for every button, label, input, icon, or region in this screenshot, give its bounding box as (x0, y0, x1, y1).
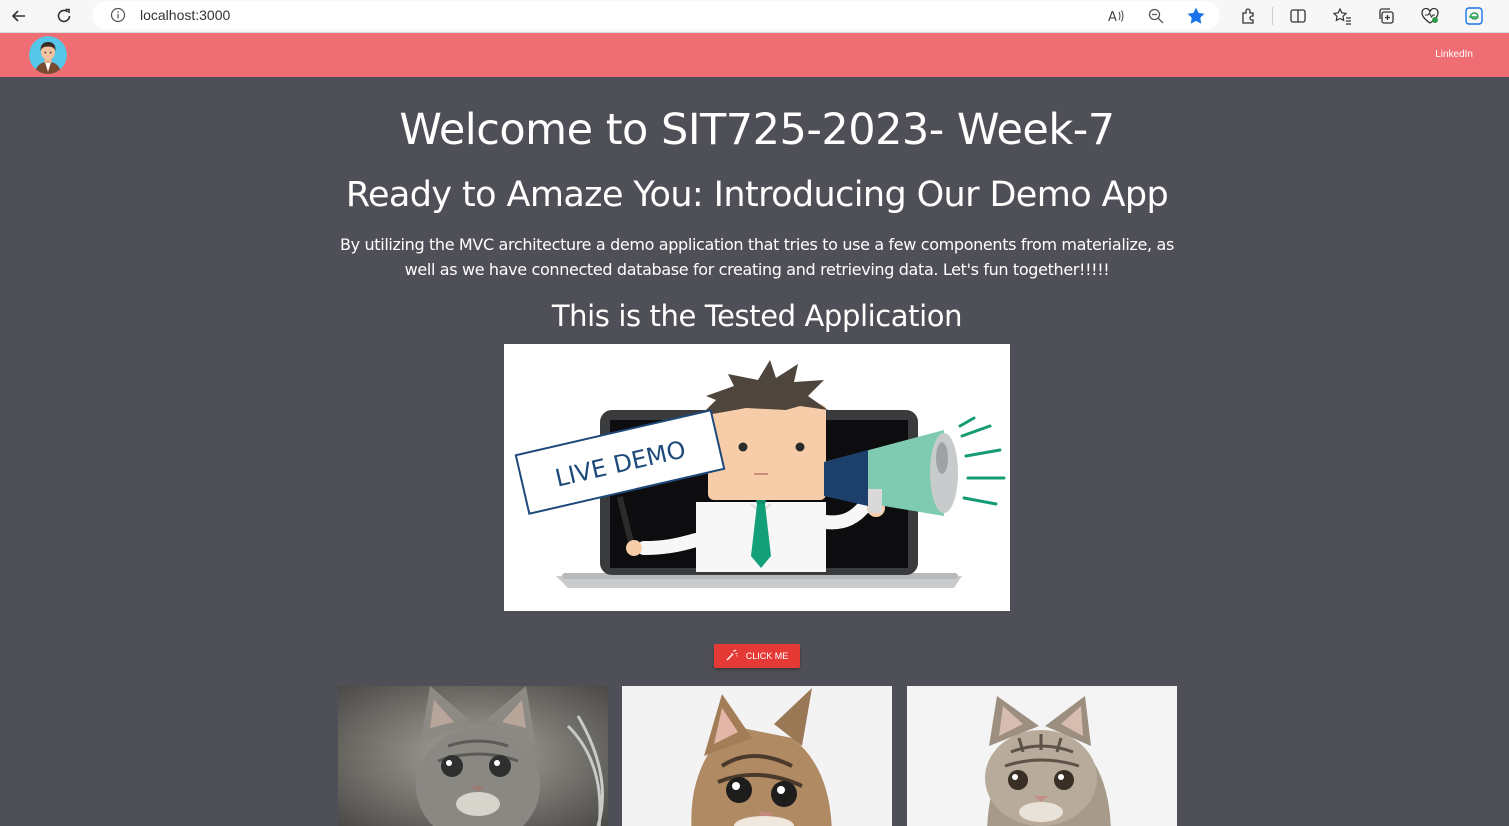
back-icon[interactable] (7, 4, 31, 28)
page-description: By utilizing the MVC architecture a demo… (340, 235, 1174, 279)
favorite-star-icon[interactable] (1186, 6, 1206, 26)
extensions-icon[interactable] (1237, 4, 1261, 28)
kitten-card-1[interactable] (338, 686, 608, 826)
read-aloud-icon[interactable]: A (1106, 6, 1126, 26)
app-navbar: LinkedIn (0, 33, 1509, 77)
zoom-out-icon[interactable] (1146, 6, 1166, 26)
collections-icon[interactable] (1374, 4, 1398, 28)
section-title: This is the Tested Application (551, 299, 963, 333)
info-icon[interactable] (110, 7, 126, 28)
page-title: Welcome to SIT725-2023- Week-7 (399, 105, 1115, 155)
live-demo-illustration: LIVE DEMO (504, 344, 1010, 611)
split-screen-icon[interactable] (1286, 4, 1310, 28)
refresh-icon[interactable] (52, 4, 76, 28)
url-text[interactable]: localhost:3000 (140, 7, 230, 23)
avatar[interactable] (29, 36, 67, 74)
click-me-button[interactable]: CLICK ME (714, 644, 800, 668)
page-subtitle: Ready to Amaze You: Introducing Our Demo… (345, 175, 1169, 215)
toolbar-divider (1272, 7, 1273, 25)
linkedin-link[interactable]: LinkedIn (1435, 49, 1473, 60)
address-bar[interactable]: localhost:3000 A (92, 1, 1220, 29)
edge-icon[interactable] (1462, 4, 1486, 28)
kitten-card-3[interactable] (907, 686, 1177, 826)
click-me-label: CLICK ME (745, 651, 789, 661)
svg-text:A: A (1108, 10, 1117, 24)
magic-wand-icon (726, 649, 738, 663)
kitten-card-2[interactable] (622, 686, 892, 826)
favorites-icon[interactable] (1330, 4, 1354, 28)
browser-toolbar: localhost:3000 A (0, 0, 1509, 33)
browser-essentials-icon[interactable] (1418, 4, 1442, 28)
